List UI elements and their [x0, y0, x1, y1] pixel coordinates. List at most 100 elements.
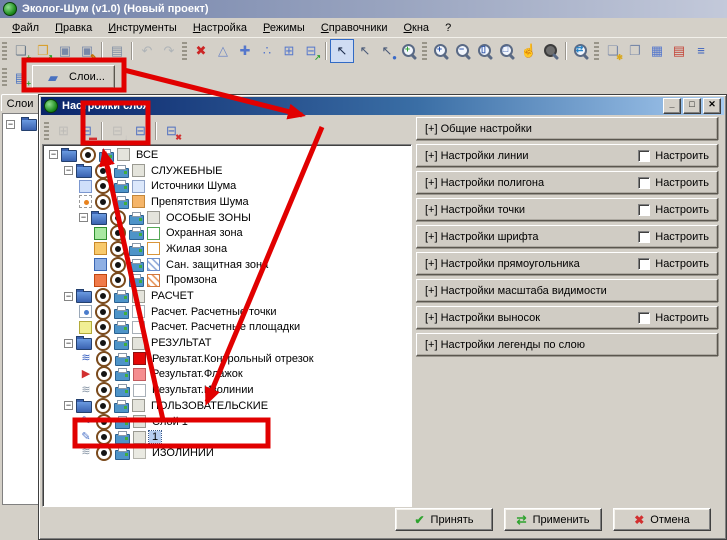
- layer-label[interactable]: Промзона: [163, 274, 220, 286]
- layer-tree-row[interactable]: Охранная зона: [43, 225, 411, 241]
- visibility-eye-icon[interactable]: [96, 445, 112, 461]
- visibility-eye-icon[interactable]: [96, 429, 112, 445]
- layer-props-icon[interactable]: ❏✱: [602, 40, 624, 62]
- dialog-titlebar[interactable]: Настройки слоя _□✕: [41, 97, 724, 115]
- menu-item-2[interactable]: Правка: [47, 20, 100, 36]
- layer-tree-row[interactable]: Расчет. Расчетные площадки: [43, 320, 411, 336]
- menu-item-5[interactable]: Режимы: [255, 20, 313, 36]
- layer-label[interactable]: СЛУЖЕБНЫЕ: [148, 165, 226, 177]
- settings-section-button[interactable]: [+] Настройки точкиНастроить: [416, 198, 718, 221]
- printer-icon[interactable]: [114, 293, 129, 303]
- layer-tree-row[interactable]: − ВСЕ: [43, 147, 411, 163]
- printer-icon[interactable]: [114, 403, 129, 413]
- layer-label[interactable]: ВСЕ: [133, 149, 161, 161]
- printer-icon[interactable]: [129, 215, 144, 225]
- settings-section-button[interactable]: [+] Настройки прямоугольникаНастроить: [416, 252, 718, 275]
- move-icon[interactable]: ✚: [234, 40, 256, 62]
- layer-label[interactable]: ИЗОЛИНИИ: [149, 447, 217, 459]
- visibility-eye-icon[interactable]: [96, 414, 112, 430]
- layer-label[interactable]: РАСЧЕТ: [148, 290, 197, 302]
- fill-pattern-icon[interactable]: ▦: [646, 40, 668, 62]
- layer-tree-row[interactable]: ≋ИЗОЛИНИИ: [43, 445, 411, 461]
- layers-add-icon[interactable]: ▤+: [10, 66, 32, 88]
- printer-icon[interactable]: [115, 434, 130, 444]
- layer-label[interactable]: Источники Шума: [148, 180, 239, 192]
- layer-tree-row[interactable]: ✎Слой 1: [43, 414, 411, 430]
- redo-icon[interactable]: ↷: [158, 40, 180, 62]
- layer-label[interactable]: ПОЛЬЗОВАТЕЛЬСКИЕ: [148, 400, 271, 412]
- visibility-eye-icon[interactable]: [95, 288, 111, 304]
- layer-move-down-icon[interactable]: ⊟↓: [106, 119, 129, 142]
- layer-label[interactable]: Охранная зона: [163, 227, 246, 239]
- layer-label[interactable]: Расчет. Расчетные точки: [148, 306, 280, 318]
- configure-checkbox[interactable]: [638, 204, 650, 216]
- layer-label[interactable]: Жилая зона: [163, 243, 230, 255]
- zoom-select-icon[interactable]: +: [398, 40, 420, 62]
- layer-label[interactable]: Препятствия Шума: [148, 196, 252, 208]
- layer-copy-icon[interactable]: ❐: [624, 40, 646, 62]
- expander-icon[interactable]: −: [64, 292, 73, 301]
- layer-label[interactable]: Результат.Флажок: [149, 368, 246, 380]
- printer-icon[interactable]: [129, 262, 144, 272]
- undo-icon[interactable]: ↶: [136, 40, 158, 62]
- layers-button[interactable]: ▰ Слои...: [32, 65, 115, 89]
- visibility-eye-icon[interactable]: [95, 194, 111, 210]
- expander-icon[interactable]: −: [49, 150, 58, 159]
- layer-label[interactable]: Результат.Изолинии: [149, 384, 257, 396]
- printer-icon[interactable]: [114, 324, 129, 334]
- scale-ruler-icon[interactable]: ≡: [690, 40, 712, 62]
- expander-icon[interactable]: −: [64, 166, 73, 175]
- select-cursor-icon[interactable]: ↖: [330, 39, 354, 63]
- settings-section-button[interactable]: [+] Настройки выносокНастроить: [416, 306, 718, 329]
- configure-checkbox[interactable]: [638, 231, 650, 243]
- settings-section-button[interactable]: [+] Настройки линииНастроить: [416, 144, 718, 167]
- printer-icon[interactable]: [129, 277, 144, 287]
- layer-add-child-icon[interactable]: ⊟▬: [75, 119, 98, 142]
- layer-label[interactable]: РЕЗУЛЬТАТ: [148, 337, 214, 349]
- layer-tree-row[interactable]: Жилая зона: [43, 241, 411, 257]
- visibility-eye-icon[interactable]: [95, 335, 111, 351]
- layer-tree-row[interactable]: ▶Результат.Флажок: [43, 367, 411, 383]
- layer-tree-row[interactable]: −РЕЗУЛЬТАТ: [43, 335, 411, 351]
- visibility-eye-icon[interactable]: [95, 178, 111, 194]
- visibility-eye-icon[interactable]: [110, 257, 126, 273]
- settings-section-button[interactable]: [+] Настройки легенды по слою: [416, 333, 718, 356]
- visibility-eye-icon[interactable]: [95, 398, 111, 414]
- configure-checkbox[interactable]: [638, 258, 650, 270]
- app-titlebar[interactable]: Эколог-Шум (v1.0) (Новый проект): [0, 0, 727, 18]
- minimize-button[interactable]: _: [663, 98, 681, 114]
- printer-icon[interactable]: [115, 356, 130, 366]
- close-button[interactable]: ✕: [703, 98, 721, 114]
- visibility-eye-icon[interactable]: [95, 319, 111, 335]
- visibility-eye-icon[interactable]: [96, 351, 112, 367]
- visibility-eye-icon[interactable]: [110, 210, 126, 226]
- menu-item-7[interactable]: Окна: [395, 20, 437, 36]
- printer-icon[interactable]: [115, 419, 130, 429]
- settings-section-button[interactable]: [+] Настройки полигонаНастроить: [416, 171, 718, 194]
- visibility-eye-icon[interactable]: [96, 382, 112, 398]
- apply-button[interactable]: ⇄Применить: [504, 508, 602, 531]
- menu-item-3[interactable]: Инструменты: [100, 20, 185, 36]
- cancel-button[interactable]: ✖Отмена: [613, 508, 711, 531]
- save-edit-icon[interactable]: ▣✎: [76, 40, 98, 62]
- menu-item-6[interactable]: Справочники: [313, 20, 396, 36]
- visibility-eye-icon[interactable]: [95, 304, 111, 320]
- layer-tree-row[interactable]: Сан. защитная зона: [43, 257, 411, 273]
- menu-item-1[interactable]: Файл: [4, 20, 47, 36]
- layer-tree-row[interactable]: − СЛУЖЕБНЫЕ: [43, 163, 411, 179]
- visibility-eye-icon[interactable]: [110, 272, 126, 288]
- layer-tree-row[interactable]: −ПОЛЬЗОВАТЕЛЬСКИЕ: [43, 398, 411, 414]
- menu-item-8[interactable]: ?: [437, 20, 459, 36]
- delete-icon[interactable]: ✖: [190, 40, 212, 62]
- nodes-icon[interactable]: ∴: [256, 40, 278, 62]
- visibility-eye-icon[interactable]: [110, 225, 126, 241]
- layer-label[interactable]: 1: [149, 431, 161, 443]
- configure-checkbox[interactable]: [638, 150, 650, 162]
- menu-item-4[interactable]: Настройка: [185, 20, 255, 36]
- settings-section-button[interactable]: [+] Общие настройки: [416, 117, 718, 140]
- pan-hand-icon[interactable]: ☝: [518, 40, 540, 62]
- configure-checkbox[interactable]: [638, 312, 650, 324]
- visibility-eye-icon[interactable]: [110, 241, 126, 257]
- layer-tree-row[interactable]: ≋Результат.Изолинии: [43, 382, 411, 398]
- printer-icon[interactable]: [114, 199, 129, 209]
